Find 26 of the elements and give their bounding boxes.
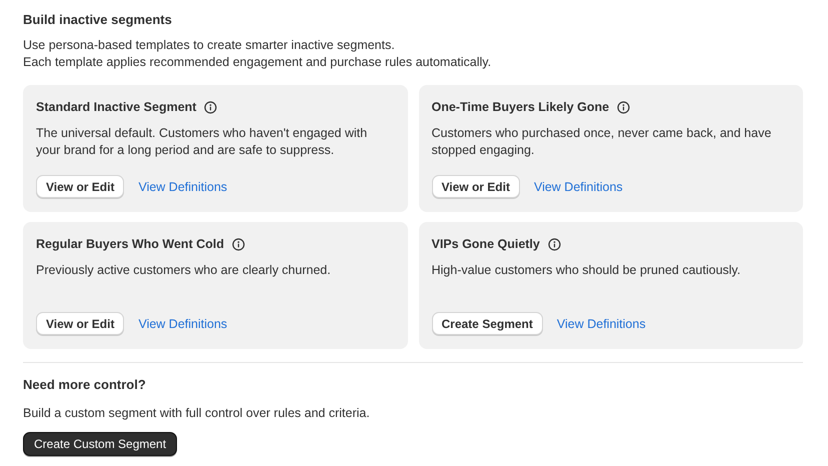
info-icon	[548, 238, 561, 250]
card-action-button[interactable]: View or Edit	[432, 175, 520, 198]
section-description: Use persona-based templates to create smarter inactive segments.	[23, 37, 396, 54]
card-description: High-value customers who should be pruned cautiously.	[432, 262, 742, 279]
section-description: Build a custom segment with full control over rules and criteria.	[23, 405, 371, 422]
info-icon	[617, 100, 630, 114]
card-description: Customers who purchased once, never came back, and have stopped engaging.	[432, 125, 772, 159]
card-action-button[interactable]: View or Edit	[36, 175, 124, 198]
section-title: Need more control?	[23, 377, 147, 393]
card-action-button[interactable]: Create Segment	[432, 312, 543, 335]
card-title: Regular Buyers Who Went Cold	[36, 236, 224, 252]
card-description: Previously active customers who are clearly churned.	[36, 262, 332, 279]
info-icon	[232, 238, 245, 250]
section-description: Each template applies recommended engagement and purchase rules automatically.	[23, 54, 492, 71]
view-definitions-link[interactable]: View Definitions	[556, 316, 646, 330]
view-definitions-link[interactable]: View Definitions	[138, 180, 228, 194]
card-title: Standard Inactive Segment	[36, 99, 196, 115]
card-title: One-Time Buyers Likely Gone	[432, 99, 610, 115]
card-action-button[interactable]: View or Edit	[36, 312, 124, 335]
card-description: The universal default. Customers who haven't engaged with your brand for a long period and are safe to suppress.	[36, 125, 368, 159]
create-custom-segment-button[interactable]: Create Custom Segment	[23, 432, 178, 456]
card-title: VIPs Gone Quietly	[432, 236, 540, 252]
view-definitions-link[interactable]: View Definitions	[138, 316, 228, 330]
view-definitions-link[interactable]: View Definitions	[534, 180, 623, 194]
info-icon	[204, 100, 218, 114]
section-title: Build inactive segments	[23, 12, 173, 28]
